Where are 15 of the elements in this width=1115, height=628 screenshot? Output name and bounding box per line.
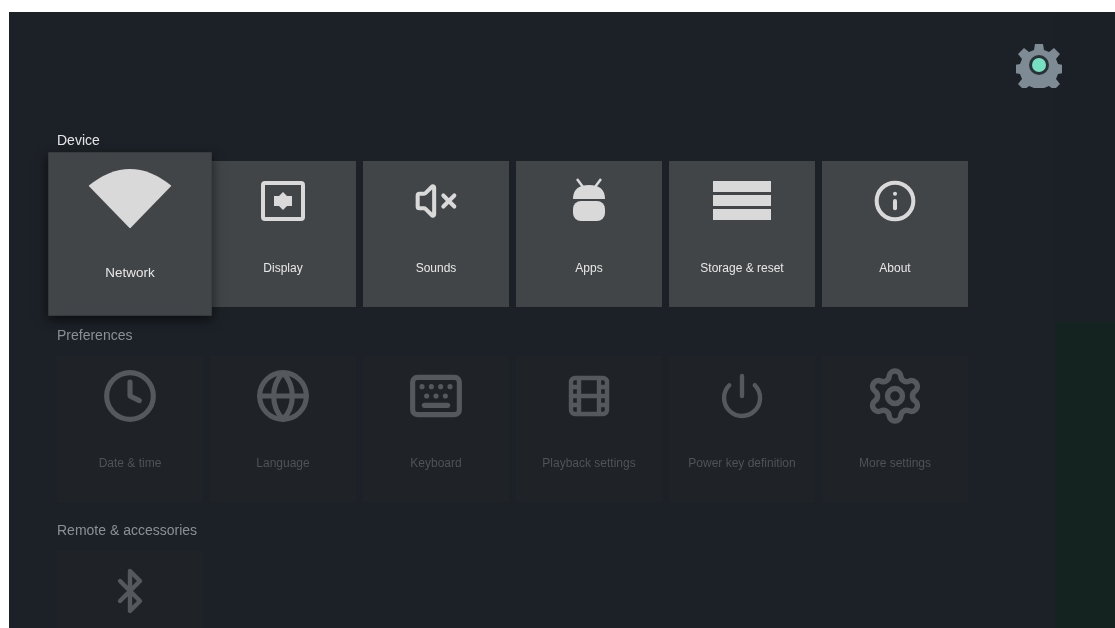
brightness-icon [261, 181, 305, 221]
clock-icon [102, 368, 158, 424]
settings-tile[interactable]: Storage & reset [669, 161, 815, 307]
settings-icon [1016, 42, 1062, 88]
section-heading: Remote & accessories [57, 521, 199, 540]
settings-tile[interactable]: About [822, 161, 968, 307]
globe-icon [255, 368, 311, 424]
info-icon [873, 179, 917, 223]
storage-icon [713, 181, 771, 221]
settings-tile[interactable]: Display [210, 161, 356, 307]
settings-tile[interactable]: Network [48, 152, 212, 316]
section-heading: Preferences [57, 326, 134, 345]
settings-tile[interactable]: Sounds [363, 161, 509, 307]
section-heading: Device [57, 131, 101, 150]
settings-tile[interactable]: Apps [516, 161, 662, 307]
